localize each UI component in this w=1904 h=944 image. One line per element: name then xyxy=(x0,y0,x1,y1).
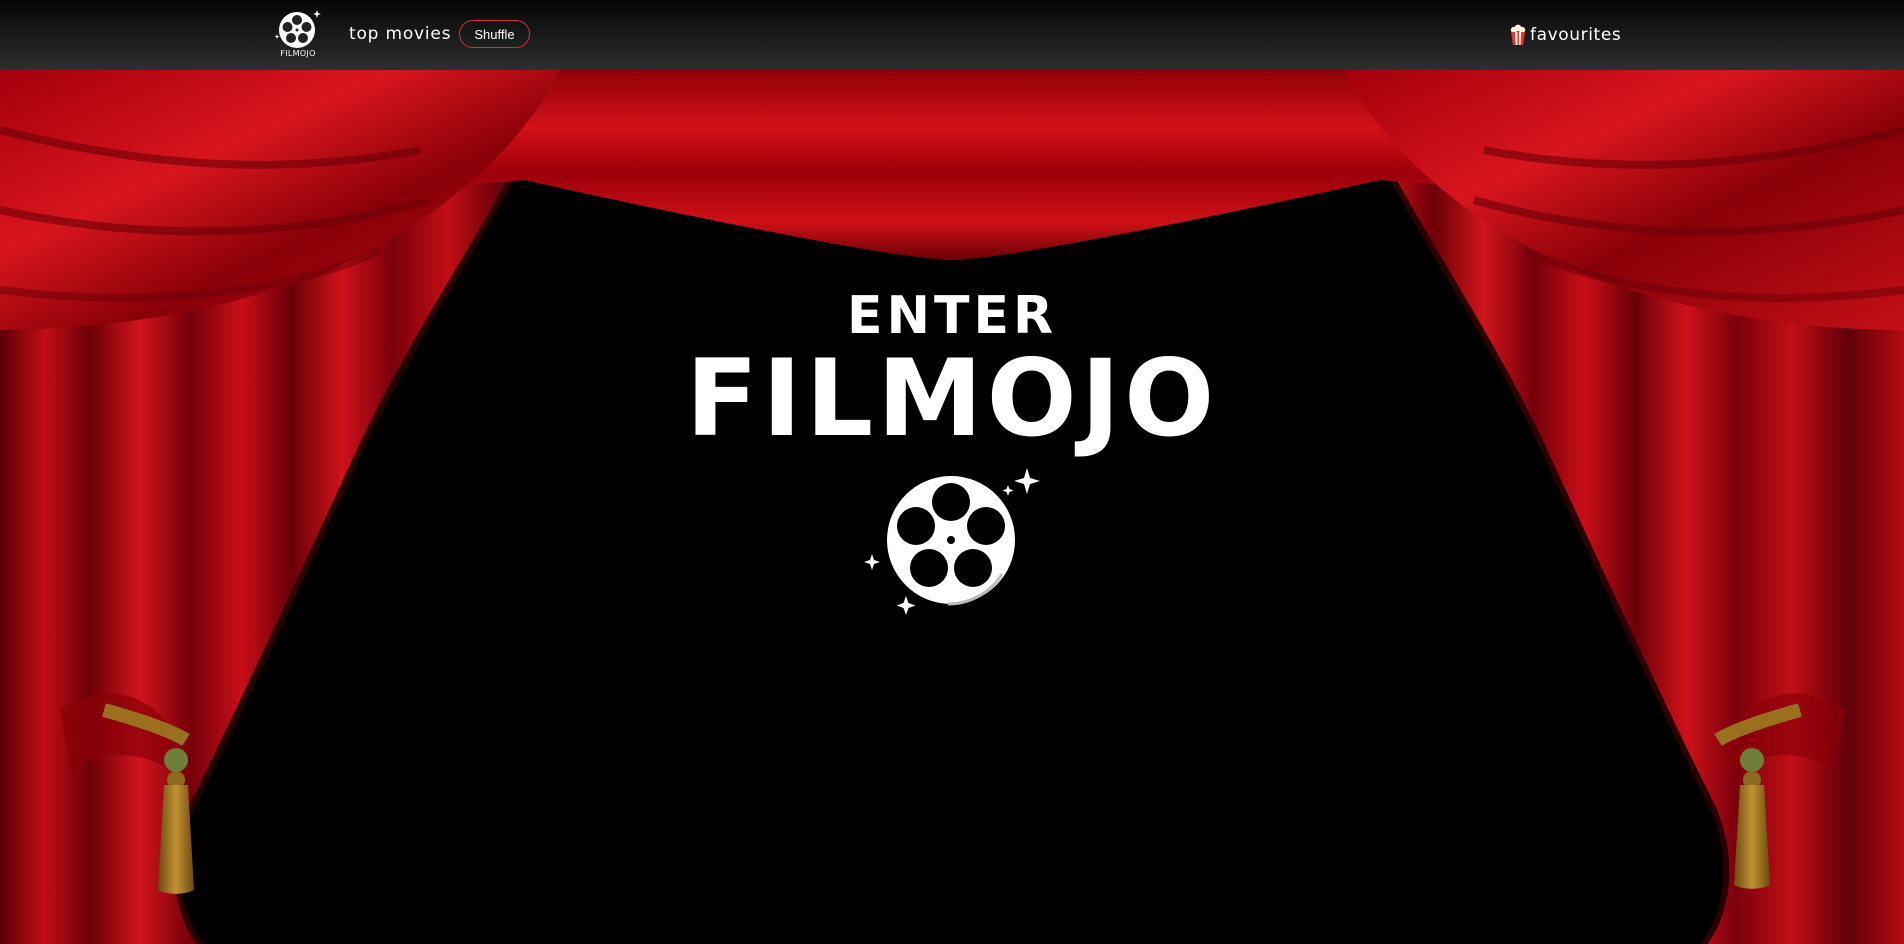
shuffle-button[interactable]: Shuffle xyxy=(459,20,530,48)
top-movies-link[interactable]: top movies xyxy=(349,24,451,44)
favourites-label: favourites xyxy=(1530,25,1622,45)
hero-title[interactable]: FILMOJO xyxy=(0,340,1904,458)
filmojo-logo[interactable]: FILMOJO xyxy=(271,6,325,62)
top-navbar: FILMOJO top movies Shuffle favourites xyxy=(0,0,1904,70)
film-reel-icon[interactable] xyxy=(862,466,1042,616)
film-reel-icon xyxy=(274,10,321,48)
popcorn-icon xyxy=(1510,24,1526,45)
favourites-link[interactable]: favourites xyxy=(1509,24,1621,46)
logo-text: FILMOJO xyxy=(280,49,316,58)
